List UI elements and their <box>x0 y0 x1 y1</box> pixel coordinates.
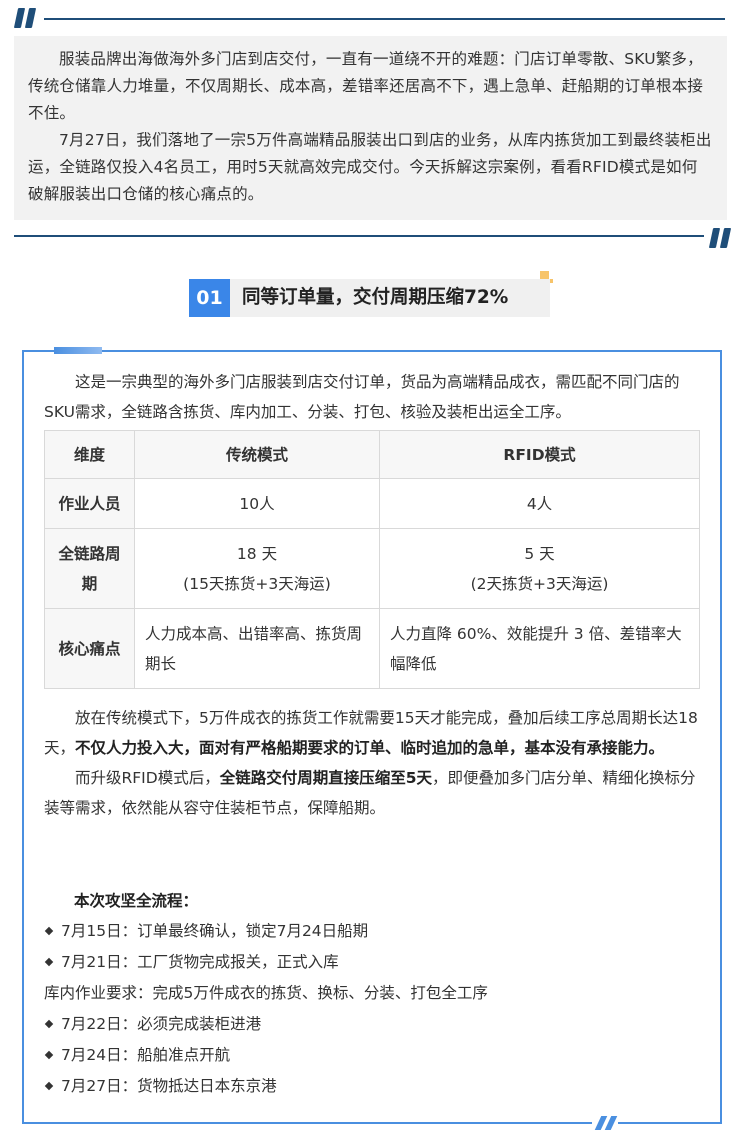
cell-traditional-pain-points: 人力成本高、出错率高、拣货周期长 <box>134 608 380 689</box>
quote-bottom-rule <box>14 235 704 237</box>
list-item: 7月15日：订单最终确认，锁定7月24日船期 <box>44 916 700 947</box>
analysis-text-plain: 而升级RFID模式后， <box>75 769 220 787</box>
cell-rfid-staff: 4人 <box>379 478 700 529</box>
timeline-text: 7月22日：必须完成装柜进港 <box>61 1015 262 1033</box>
table-row: 作业人员 10人 4人 <box>44 478 700 529</box>
cell-traditional-cycle-sub: (15天拣货+3天海运) <box>183 574 331 593</box>
comparison-table: 维度 传统模式 RFID模式 作业人员 10人 4人 全链路周期 18 天 (1… <box>44 430 700 689</box>
diamond-bullet-icon <box>44 926 54 935</box>
close-quote-icon <box>708 228 733 250</box>
flow-title: 本次攻坚全流程： <box>74 892 199 910</box>
intro-paragraph-2: 7月27日，我们落地了一宗5万件高端精品服装出口到店的业务，从库内拣货加工到最终… <box>28 131 712 203</box>
row-label-cycle: 全链路周期 <box>44 528 135 609</box>
cell-rfid-cycle: 5 天 (2天拣货+3天海运) <box>379 528 700 609</box>
analysis-text: 放在传统模式下，5万件成衣的拣货工作就需要15天才能完成，叠加后续工序总周期长达… <box>44 703 700 823</box>
list-item: 库内作业要求：完成5万件成衣的拣货、换标、分装、打包全工序 <box>44 978 700 1009</box>
timeline-text: 7月24日：船舶准点开航 <box>61 1046 231 1064</box>
list-item: 7月24日：船舶准点开航 <box>44 1040 700 1071</box>
timeline-text: 7月27日：货物抵达日本东京港 <box>61 1077 277 1095</box>
diamond-bullet-icon <box>44 1081 54 1090</box>
cell-traditional-staff: 10人 <box>134 478 380 529</box>
analysis-paragraph-rfid: 而升级RFID模式后，全链路交付周期直接压缩至5天，即便叠加多门店分单、精细化换… <box>44 763 700 823</box>
cell-traditional-cycle-main: 18 天 <box>236 544 278 563</box>
cell-rfid-cycle-sub: (2天拣货+3天海运) <box>470 574 609 593</box>
list-item: 7月22日：必须完成装柜进港 <box>44 1009 700 1040</box>
list-item: 7月27日：货物抵达日本东京港 <box>44 1071 700 1102</box>
table-header-row: 维度 传统模式 RFID模式 <box>44 430 700 479</box>
cell-rfid-pain-points: 人力直降 60%、效能提升 3 倍、差错率大幅降低 <box>379 608 700 689</box>
frame-tab-accent <box>54 347 102 354</box>
intro-quote-box: 服装品牌出海做海外多门店到店交付，一直有一道绕不开的难题：门店订单零散、SKU繁… <box>14 36 727 220</box>
diamond-bullet-icon <box>44 1050 54 1059</box>
row-label-pain-points: 核心痛点 <box>44 608 135 689</box>
timeline-text: 库内作业要求：完成5万件成衣的拣货、换标、分装、打包全工序 <box>44 984 488 1002</box>
analysis-paragraph-traditional: 放在传统模式下，5万件成衣的拣货工作就需要15天才能完成，叠加后续工序总周期长达… <box>44 703 700 763</box>
case-intro: 这是一宗典型的海外多门店服装到店交付订单，货品为高端精品成衣，需匹配不同门店的S… <box>44 367 700 427</box>
timeline-list: 7月15日：订单最终确认，锁定7月24日船期 7月21日：工厂货物完成报关，正式… <box>44 916 700 1102</box>
table-row: 核心痛点 人力成本高、出错率高、拣货周期长 人力直降 60%、效能提升 3 倍、… <box>44 608 700 689</box>
row-label-staff: 作业人员 <box>44 478 135 529</box>
table-row: 全链路周期 18 天 (15天拣货+3天海运) 5 天 (2天拣货+3天海运) <box>44 528 700 609</box>
diamond-bullet-icon <box>44 957 54 966</box>
cell-traditional-cycle: 18 天 (15天拣货+3天海运) <box>134 528 380 609</box>
open-quote-icon <box>13 8 38 30</box>
analysis-text-bold: 全链路交付周期直接压缩至5天 <box>219 769 432 787</box>
timeline-text: 7月15日：订单最终确认，锁定7月24日船期 <box>61 922 369 940</box>
case-intro-paragraph: 这是一宗典型的海外多门店服装到店交付订单，货品为高端精品成衣，需匹配不同门店的S… <box>44 373 680 421</box>
section-number: 01 <box>189 279 230 317</box>
diamond-bullet-icon <box>44 1019 54 1028</box>
table-header-dimension: 维度 <box>44 430 135 479</box>
table-header-traditional: 传统模式 <box>134 430 380 479</box>
quote-top-rule <box>44 18 725 20</box>
timeline-text: 7月21日：工厂货物完成报关，正式入库 <box>61 953 339 971</box>
list-item: 7月21日：工厂货物完成报关，正式入库 <box>44 947 700 978</box>
analysis-text-bold: 不仅人力投入大，面对有严格船期要求的订单、临时追加的急单，基本没有承接能力。 <box>75 739 665 757</box>
intro-paragraph-1: 服装品牌出海做海外多门店到店交付，一直有一道绕不开的难题：门店订单零散、SKU繁… <box>28 50 704 122</box>
frame-slash-icon <box>592 1116 618 1132</box>
cell-rfid-cycle-main: 5 天 <box>524 544 555 563</box>
section-title: 同等订单量，交付周期压缩72% <box>242 287 509 308</box>
table-header-rfid: RFID模式 <box>379 430 700 479</box>
